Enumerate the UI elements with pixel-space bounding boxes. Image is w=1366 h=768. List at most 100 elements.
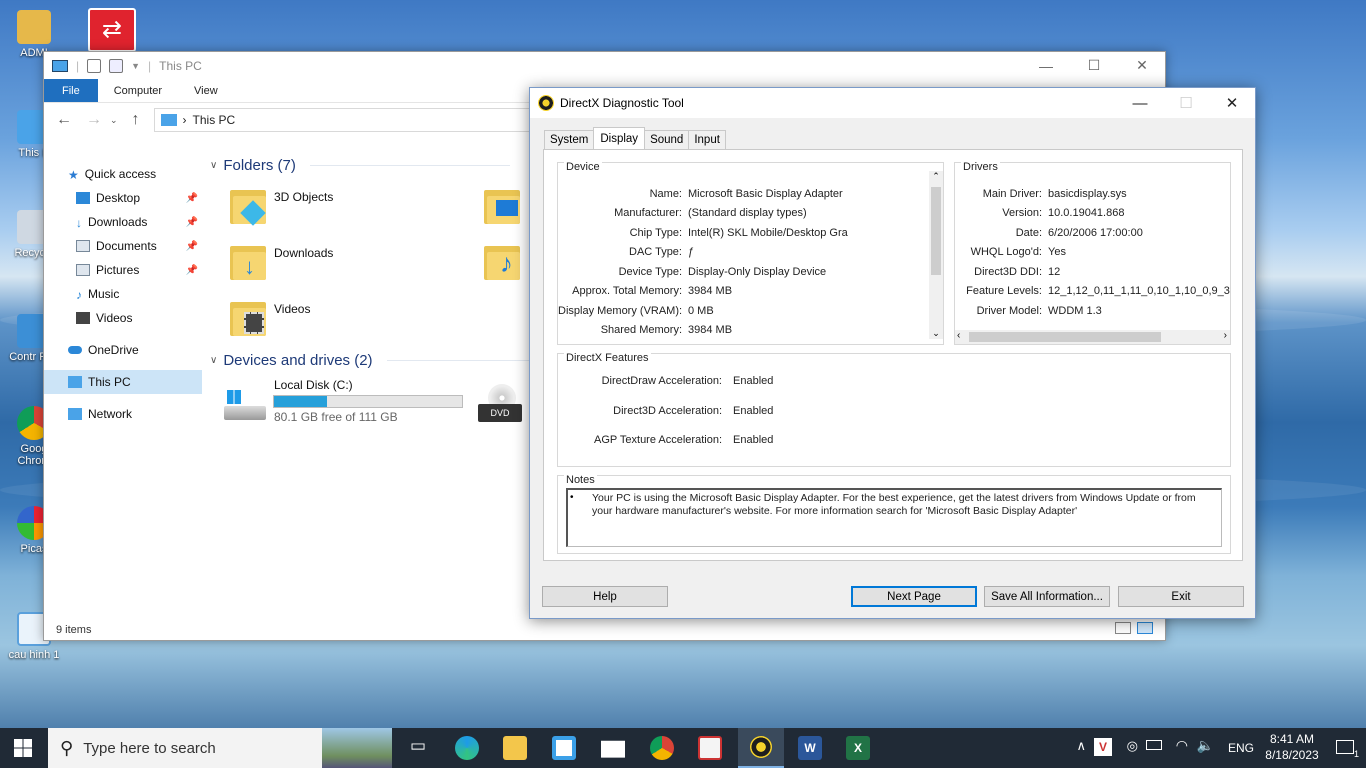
microsoft-store-icon[interactable] <box>552 736 576 760</box>
nav-label: Network <box>88 407 133 421</box>
input-language[interactable]: ENG <box>1228 741 1254 755</box>
local-disk-icon[interactable] <box>224 388 266 422</box>
tab-display[interactable]: Display <box>593 127 646 149</box>
folder-icon[interactable]: ↓ <box>230 242 266 282</box>
exit-button[interactable]: Exit <box>1118 586 1244 607</box>
scroll-right-icon[interactable]: › <box>1224 330 1227 341</box>
folder-name[interactable]: Videos <box>274 302 310 316</box>
chrome-icon[interactable] <box>650 736 674 760</box>
device-value: 3984 MB <box>688 285 733 297</box>
folder-icon[interactable]: ♪ <box>484 242 520 282</box>
driver-key: Feature Levels: <box>966 285 1042 297</box>
save-all-information-button[interactable]: Save All Information... <box>984 586 1110 607</box>
separator: | <box>148 58 152 73</box>
nav-item-downloads[interactable]: ↓ Downloads 📌 <box>44 210 202 234</box>
large-icons-view-icon[interactable] <box>1137 622 1153 634</box>
tab-input[interactable]: Input <box>688 130 726 149</box>
nav-item-quick-access[interactable]: ★ Quick access <box>44 162 202 186</box>
volume-icon[interactable]: 🔈 <box>1197 737 1214 754</box>
scroll-left-icon[interactable]: ‹ <box>957 330 960 341</box>
nav-item-documents[interactable]: Documents 📌 <box>44 234 202 258</box>
details-view-icon[interactable] <box>1115 622 1131 634</box>
drivers-hscrollbar[interactable]: ‹ › <box>955 330 1230 344</box>
driver-value: 12_1,12_0,11_1,11_0,10_1,10_0,9_3 <box>1048 285 1230 297</box>
help-button[interactable]: Help <box>542 586 668 607</box>
wifi-icon[interactable]: ◠ <box>1176 737 1188 754</box>
notes-box[interactable]: • Your PC is using the Microsoft Basic D… <box>566 488 1222 547</box>
taskbar-search-box[interactable]: ⚲ Type here to search <box>48 728 392 768</box>
clock-time: 8:41 AM <box>1269 732 1315 746</box>
scroll-thumb[interactable] <box>931 187 941 275</box>
folder-icon[interactable] <box>230 298 266 338</box>
nav-item-network[interactable]: Network <box>44 402 202 426</box>
tab-file[interactable]: File <box>44 79 98 102</box>
nav-label: Downloads <box>88 215 148 229</box>
nav-item-this-pc[interactable]: This PC <box>44 370 202 394</box>
scroll-thumb[interactable] <box>969 332 1161 342</box>
nav-item-onedrive[interactable]: OneDrive <box>44 338 202 362</box>
folder-name[interactable]: 3D Objects <box>274 190 333 204</box>
nav-item-desktop[interactable]: Desktop 📌 <box>44 186 202 210</box>
edge-icon[interactable] <box>455 736 479 760</box>
new-folder-icon[interactable] <box>109 58 124 73</box>
task-view-icon[interactable]: ▭ <box>406 736 430 760</box>
feature-value: Enabled <box>733 375 774 387</box>
search-icon: ⚲ <box>60 737 74 758</box>
forward-icon[interactable]: → <box>86 111 102 129</box>
device-key: Shared Memory: <box>600 324 682 336</box>
feature-key: AGP Texture Acceleration: <box>594 434 722 446</box>
windows-start-icon[interactable] <box>14 739 32 757</box>
close-button[interactable]: ✕ <box>1209 88 1255 118</box>
properties-icon[interactable] <box>87 58 102 73</box>
nav-item-pictures[interactable]: Pictures 📌 <box>44 258 202 282</box>
excel-icon[interactable]: X <box>846 736 870 760</box>
battery-icon[interactable] <box>1146 740 1162 750</box>
driver-value: 6/20/2006 17:00:00 <box>1048 227 1143 239</box>
clock[interactable]: 8:41 AM 8/18/2023 <box>1262 731 1322 763</box>
notes-line-2: your hardware manufacturer's website. Fo… <box>592 505 1078 517</box>
group-header-folders[interactable]: ∨ Folders (7) <box>210 154 510 176</box>
mail-icon[interactable] <box>601 740 625 758</box>
webcam-icon[interactable]: ◎ <box>1127 738 1138 754</box>
recent-locations-icon[interactable]: ⌄ <box>110 115 118 126</box>
tab-sound[interactable]: Sound <box>644 130 690 149</box>
unikey-icon[interactable] <box>698 736 722 760</box>
driver-key: Date: <box>1015 227 1042 239</box>
dvd-drive-icon[interactable]: DVD <box>478 384 522 422</box>
up-icon[interactable]: ↑ <box>132 111 140 129</box>
dxdiag-window: DirectX Diagnostic Tool — ☐ ✕ System Dis… <box>529 87 1256 619</box>
file-explorer-icon[interactable] <box>503 736 527 760</box>
folder-icon[interactable] <box>484 186 520 226</box>
minimize-button[interactable]: — <box>1117 88 1163 118</box>
scroll-down-icon[interactable]: ⌄ <box>929 328 943 339</box>
tab-view[interactable]: View <box>178 79 234 102</box>
word-icon[interactable]: W <box>798 736 822 760</box>
switch-app-icon[interactable]: ⇄ <box>88 8 136 52</box>
back-icon[interactable]: ← <box>56 111 72 129</box>
display-tab-panel: Device Name: Microsoft Basic Display Adap… <box>543 149 1243 561</box>
notification-center-icon[interactable]: 1 <box>1336 740 1359 759</box>
nav-item-music[interactable]: ♪ Music <box>44 282 202 306</box>
nav-item-videos[interactable]: Videos <box>44 306 202 330</box>
device-value: ƒ <box>688 246 695 258</box>
maximize-button[interactable]: ☐ <box>1071 52 1117 79</box>
device-scrollbar[interactable]: ⌃ ⌄ <box>929 171 943 339</box>
search-highlight-image <box>322 728 392 768</box>
drive-name[interactable]: Local Disk (C:) <box>274 378 353 392</box>
folder-icon[interactable] <box>230 186 266 226</box>
address-bar[interactable]: › This PC <box>153 108 534 132</box>
show-hidden-icons-icon[interactable]: ∧ <box>1076 738 1086 754</box>
close-button[interactable]: ✕ <box>1119 52 1165 79</box>
scroll-up-icon[interactable]: ⌃ <box>929 171 943 182</box>
tab-computer[interactable]: Computer <box>98 79 178 102</box>
cloud-icon <box>68 346 82 354</box>
tab-system[interactable]: System <box>544 130 595 149</box>
notes-group-title: Notes <box>564 474 597 486</box>
notes-line-1: Your PC is using the Microsoft Basic Dis… <box>592 492 1196 504</box>
next-page-button[interactable]: Next Page <box>851 586 977 607</box>
unikey-tray-icon[interactable]: V <box>1094 738 1112 756</box>
minimize-button[interactable]: — <box>1023 52 1069 79</box>
dxdiag-taskbar-button[interactable] <box>738 728 784 768</box>
customize-quick-access-icon[interactable]: ▼ <box>131 61 140 71</box>
folder-name[interactable]: Downloads <box>274 246 333 260</box>
